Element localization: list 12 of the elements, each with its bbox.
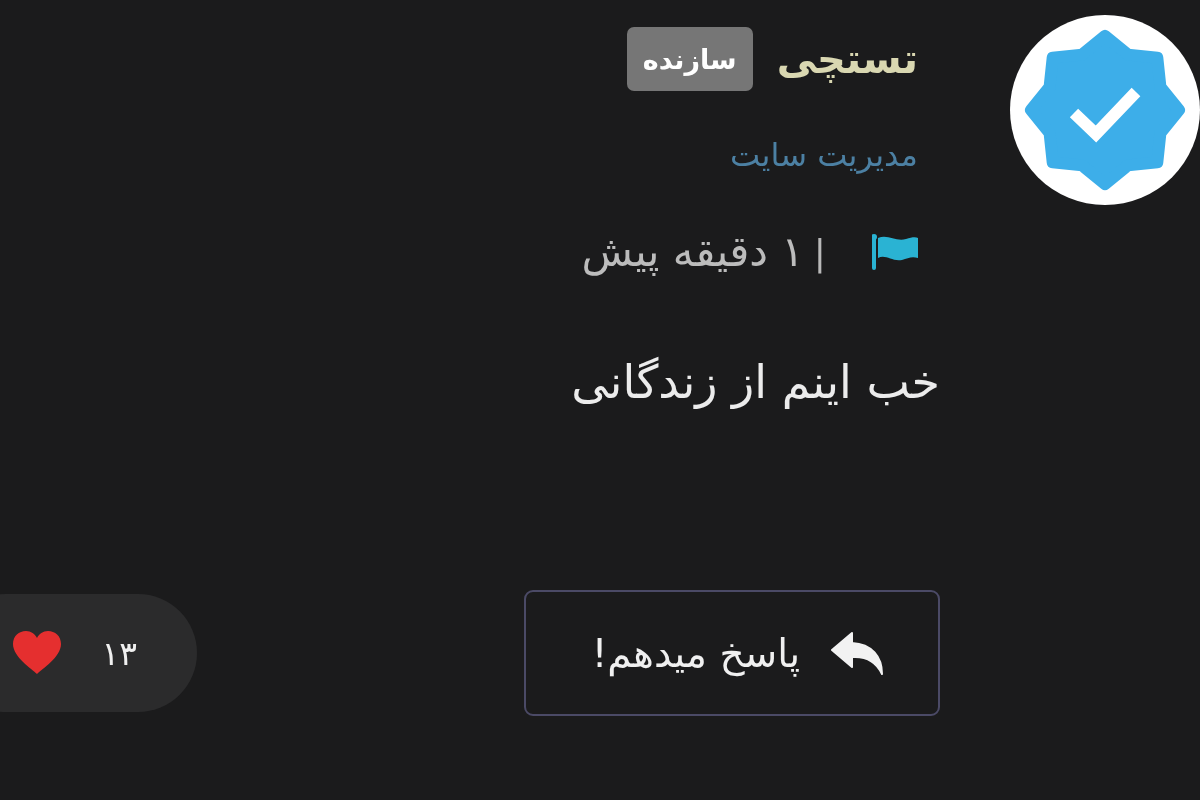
comment-text: خب اینم از زندگانی bbox=[571, 354, 940, 410]
flag-icon[interactable] bbox=[872, 234, 918, 270]
timestamp: ۱ دقیقه پیش bbox=[581, 227, 804, 277]
like-button[interactable]: ۱۳ bbox=[0, 594, 197, 712]
separator: | bbox=[813, 231, 826, 273]
reply-arrow-icon bbox=[830, 631, 884, 675]
reply-button[interactable]: پاسخ میدهم! bbox=[524, 590, 940, 716]
heart-icon bbox=[11, 631, 62, 675]
role-badge: سازنده bbox=[626, 27, 753, 91]
author-role: مدیریت سایت bbox=[730, 135, 918, 175]
author-name: تستچی bbox=[776, 35, 918, 83]
verified-badge-icon bbox=[1010, 15, 1200, 205]
